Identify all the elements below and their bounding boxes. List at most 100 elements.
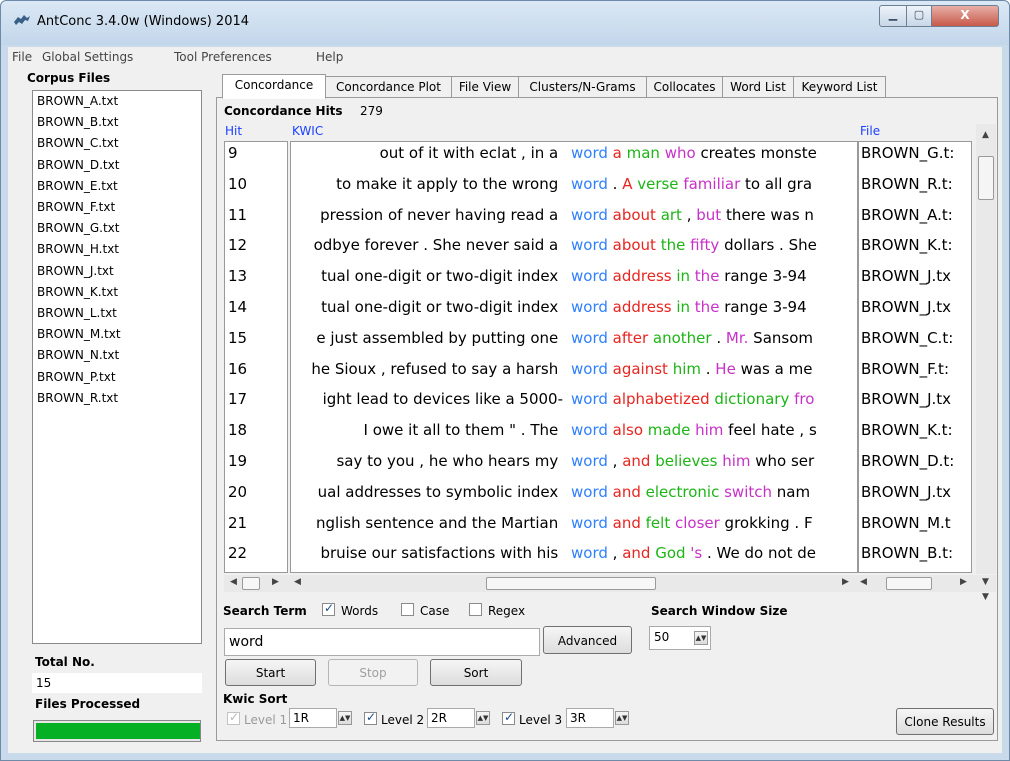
scroll-right-icon[interactable]: ▶ [960,577,967,587]
level-2-stepper[interactable]: 2R ▲▼ [427,708,490,728]
hit-column-header[interactable]: Hit [225,124,242,138]
corpus-file-item[interactable]: BROWN_H.txt [37,242,119,256]
spin-updown-icon[interactable]: ▲▼ [476,711,490,725]
scroll-right-icon[interactable]: ▶ [842,577,849,587]
file-name[interactable]: BROWN_J.tx [861,483,951,501]
file-column[interactable]: BROWN_G.t: BROWN_R.t: BROWN_A.t: BROWN_K.t:… [858,141,972,573]
file-name[interactable]: BROWN_R.t: [861,175,953,193]
kwic-line[interactable]: he Sioux , refused to say a harsh word a… [291,360,857,386]
kwic-line[interactable]: tual one-digit or two-digit index word a… [291,267,857,293]
hit-column[interactable]: 9 10 11 12 13 14 15 16 17 18 19 20 21 22 [224,141,288,573]
scroll-down-icon[interactable]: ▼ [982,592,989,602]
spin-updown-icon[interactable]: ▲▼ [615,711,629,725]
kwic-column[interactable]: out of it with eclat , in a word a man w… [290,141,858,573]
corpus-file-item[interactable]: BROWN_M.txt [37,327,121,341]
spin-updown-icon[interactable]: ▲▼ [338,711,352,725]
corpus-file-item[interactable]: BROWN_A.txt [37,94,118,108]
kwic-line[interactable]: say to you , he who hears my word , and … [291,452,857,478]
regex-checkbox[interactable] [469,603,482,616]
menu-file[interactable]: File [12,50,32,64]
corpus-files-list[interactable]: BROWN_A.txt BROWN_B.txt BROWN_C.txt BROWN_D… [32,90,202,644]
kwic-line[interactable]: e just assembled by putting one word aft… [291,329,857,355]
kwic-line[interactable]: nglish sentence and the Martian word and… [291,514,857,540]
level-2-checkbox[interactable] [364,710,377,725]
level-1-stepper[interactable]: 1R ▲▼ [289,708,352,728]
tab-concordance[interactable]: Concordance [222,74,326,99]
title-bar[interactable]: AntConc 3.4.0w (Windows) 2014 ▁ ▢ X [1,1,1009,45]
kwic-column-header[interactable]: KWIC [292,124,323,138]
scroll-down-icon[interactable]: ▼ [982,577,989,587]
horizontal-scrollbars[interactable]: ◀ ▶ ◀ ▶ ◀ ▶ ▼ [224,575,996,592]
close-button[interactable]: X [931,5,999,27]
file-column-header[interactable]: File [860,124,880,138]
file-name[interactable]: BROWN_A.t: [861,206,953,224]
file-name[interactable]: BROWN_M.t [861,514,951,532]
file-scroll-thumb[interactable] [886,577,932,590]
file-name[interactable]: BROWN_J.tx [861,298,951,316]
words-checkbox[interactable] [322,601,335,616]
search-window-size-stepper[interactable]: 50 ▲▼ [649,626,711,650]
scroll-right-icon[interactable]: ▶ [272,577,279,587]
corpus-file-item[interactable]: BROWN_J.txt [37,264,114,278]
file-name[interactable]: BROWN_C.t: [861,329,953,347]
maximize-button[interactable]: ▢ [906,5,932,27]
file-name[interactable]: BROWN_J.tx [861,390,951,408]
vertical-scroll-thumb[interactable] [978,156,994,200]
scroll-left-icon[interactable]: ◀ [860,577,867,587]
sort-button[interactable]: Sort [430,659,522,686]
corpus-file-item[interactable]: BROWN_B.txt [37,115,118,129]
tab-keyword-list[interactable]: Keyword List [793,76,886,98]
case-checkbox[interactable] [401,603,414,616]
kwic-line[interactable]: I owe it all to them " . The word also m… [291,421,857,447]
corpus-file-item[interactable]: BROWN_P.txt [37,370,116,384]
corpus-file-item[interactable]: BROWN_L.txt [37,306,117,320]
kwic-line[interactable]: bruise our satisfactions with his word ,… [291,544,857,570]
level-3-checkbox[interactable] [502,710,515,725]
advanced-button[interactable]: Advanced [543,626,632,654]
menu-help[interactable]: Help [316,50,343,64]
scroll-left-icon[interactable]: ◀ [294,577,301,587]
corpus-file-item[interactable]: BROWN_C.txt [37,136,119,150]
spin-updown-icon[interactable]: ▲▼ [694,631,708,645]
file-name[interactable]: BROWN_D.t: [861,452,954,470]
menu-tool-preferences[interactable]: Tool Preferences [174,50,272,64]
corpus-file-item[interactable]: BROWN_N.txt [37,348,119,362]
kwic-line[interactable]: to make it apply to the wrong word . A v… [291,175,857,201]
file-name[interactable]: BROWN_K.t: [861,236,953,254]
file-name[interactable]: BROWN_B.t: [861,544,953,562]
corpus-file-item[interactable]: BROWN_G.txt [37,221,119,235]
corpus-file-item[interactable]: BROWN_D.txt [37,158,119,172]
kwic-line[interactable]: odbye forever . She never said a word ab… [291,236,857,262]
level-3-stepper[interactable]: 3R ▲▼ [566,708,629,728]
start-button[interactable]: Start [225,659,316,686]
scroll-up-icon[interactable]: ▲ [982,130,989,140]
file-name[interactable]: BROWN_G.t: [861,144,954,162]
corpus-file-item[interactable]: BROWN_K.txt [37,285,118,299]
kwic-line[interactable]: pression of never having read a word abo… [291,206,857,232]
tab-clusters-n-grams[interactable]: Clusters/N-Grams [518,76,647,98]
file-name[interactable]: BROWN_J.tx [861,267,951,285]
minimize-button[interactable]: ▁ [879,5,907,27]
tab-word-list[interactable]: Word List [722,76,794,98]
corpus-file-item[interactable]: BROWN_R.txt [37,391,118,405]
vertical-scrollbar[interactable]: ▲ ▼ [976,124,996,602]
corpus-file-item[interactable]: BROWN_F.txt [37,200,115,214]
scroll-left-icon[interactable]: ◀ [230,577,237,587]
file-name[interactable]: BROWN_F.t: [861,360,949,378]
search-input[interactable]: word [224,628,540,656]
kwic-line[interactable]: ight lead to devices like a 5000- word al… [291,390,857,416]
tab-concordance-plot[interactable]: Concordance Plot [325,76,452,98]
corpus-file-item[interactable]: BROWN_E.txt [37,179,118,193]
kwic-line[interactable]: out of it with eclat , in a word a man w… [291,144,857,170]
level-1-checkbox[interactable] [227,710,240,725]
clone-results-button[interactable]: Clone Results [896,708,994,735]
tab-file-view[interactable]: File View [451,76,519,98]
stop-button[interactable]: Stop [328,659,418,686]
kwic-scroll-thumb[interactable] [486,577,656,590]
hit-scroll-thumb[interactable] [242,577,260,590]
kwic-line[interactable]: ual addresses to symbolic index word and… [291,483,857,509]
kwic-line[interactable]: tual one-digit or two-digit index word a… [291,298,857,324]
tab-collocates[interactable]: Collocates [646,76,723,98]
menu-global-settings[interactable]: Global Settings [42,50,133,64]
file-name[interactable]: BROWN_K.t: [861,421,953,439]
